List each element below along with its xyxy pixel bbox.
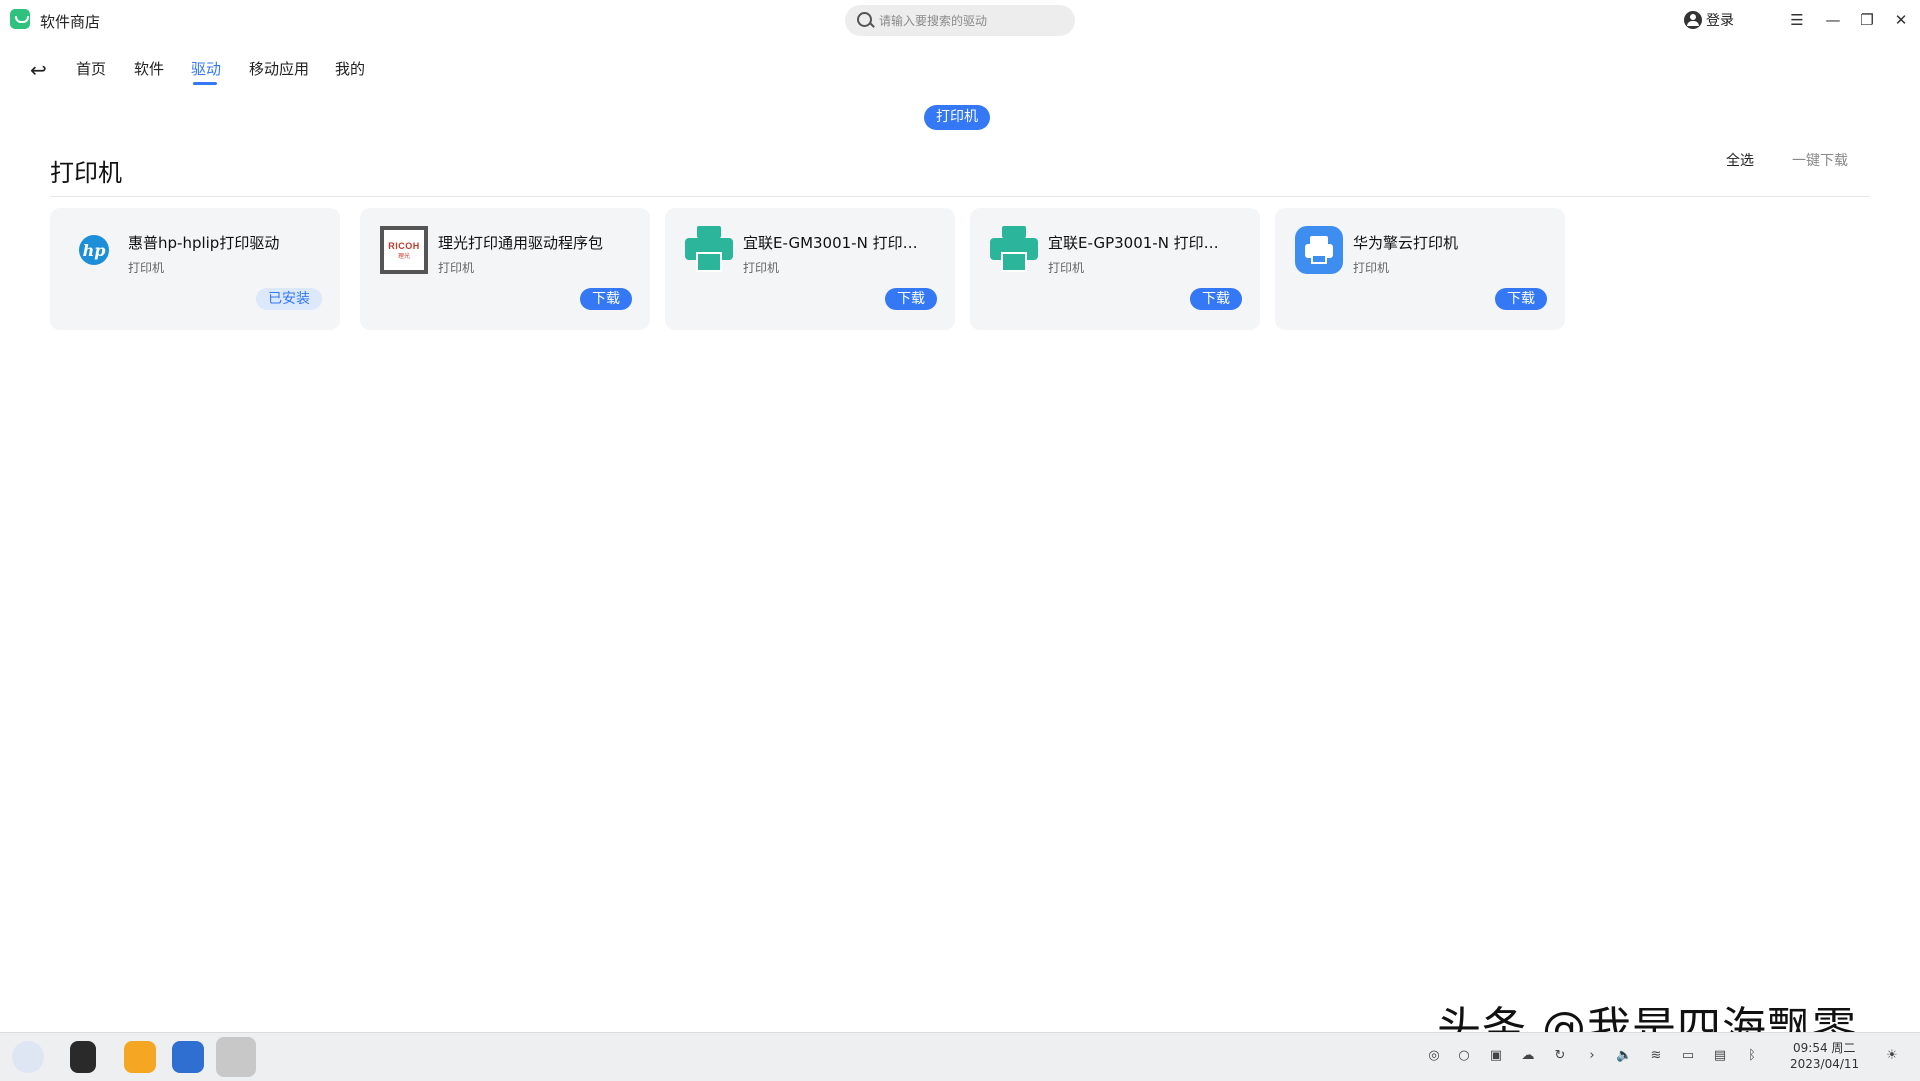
driver-category: 打印机 — [128, 261, 165, 275]
driver-card[interactable]: 宜联E-GM3001-N 打印… 打印机 下载 — [665, 208, 955, 330]
download-button[interactable]: 下载 — [1495, 288, 1547, 310]
file-manager-icon[interactable] — [124, 1041, 156, 1073]
wifi-icon[interactable]: ≋ — [1648, 1048, 1664, 1064]
driver-card[interactable]: 华为擎云打印机 打印机 下载 — [1275, 208, 1565, 330]
download-button[interactable]: 下载 — [580, 288, 632, 310]
printer-icon — [990, 226, 1038, 274]
restore-icon[interactable]: ❐ — [1855, 8, 1879, 32]
download-button[interactable]: 下载 — [885, 288, 937, 310]
login-label: 登录 — [1706, 13, 1734, 29]
hp-logo-icon: hp — [70, 226, 118, 274]
section-title: 打印机 — [50, 159, 122, 187]
tab-mine[interactable]: 我的 — [335, 58, 365, 79]
tray-app-icon[interactable]: ◎ — [1426, 1048, 1442, 1064]
input-method-icon[interactable]: ▤ — [1712, 1048, 1728, 1064]
taskbar: ◎ ○ ▣ ☁ ↻ › 🔈 ≋ ▭ ▤ ᛒ 09:54 周二 2023/04/1… — [0, 1032, 1920, 1081]
driver-name: 惠普hp-hplip打印驱动 — [128, 234, 280, 252]
active-tab-indicator — [193, 82, 217, 85]
theme-toggle-icon[interactable]: ☀ — [1884, 1048, 1900, 1064]
tray-update-icon[interactable]: ↻ — [1552, 1048, 1568, 1064]
volume-icon[interactable]: 🔈 — [1616, 1048, 1632, 1064]
driver-name: 宜联E-GM3001-N 打印… — [743, 234, 918, 252]
printer-icon — [685, 226, 733, 274]
notification-icon[interactable]: ▭ — [1680, 1048, 1696, 1064]
driver-category: 打印机 — [1353, 261, 1390, 275]
user-avatar-icon — [1684, 11, 1702, 29]
wps-office-icon[interactable] — [172, 1041, 204, 1073]
huawei-printer-icon — [1295, 226, 1343, 274]
download-button[interactable]: 下载 — [1190, 288, 1242, 310]
tray-media-icon[interactable]: ▣ — [1488, 1048, 1504, 1064]
close-icon[interactable]: ✕ — [1889, 8, 1913, 32]
bluetooth-icon[interactable]: ᛒ — [1744, 1048, 1760, 1064]
search-input[interactable] — [877, 10, 1071, 32]
driver-category: 打印机 — [1048, 261, 1085, 275]
multitask-view-icon[interactable] — [70, 1041, 96, 1073]
menu-icon[interactable]: ☰ — [1785, 8, 1809, 32]
driver-card[interactable]: hp 惠普hp-hplip打印驱动 打印机 已安装 — [50, 208, 340, 330]
app-store-icon — [10, 9, 30, 29]
tab-software[interactable]: 软件 — [134, 58, 164, 79]
ricoh-logo-text: RICOH — [388, 240, 420, 251]
driver-category: 打印机 — [438, 261, 475, 275]
search-icon — [857, 12, 872, 27]
back-icon[interactable]: ↩ — [30, 58, 54, 82]
clock-date[interactable]: 2023/04/11 — [1790, 1057, 1859, 1071]
login-button[interactable]: 登录 — [1684, 9, 1734, 31]
driver-category: 打印机 — [743, 261, 780, 275]
driver-name: 宜联E-GP3001-N 打印… — [1048, 234, 1219, 252]
driver-card[interactable]: RICOH 理光 理光打印通用驱动程序包 打印机 下载 — [360, 208, 650, 330]
tab-mobile-apps[interactable]: 移动应用 — [249, 58, 309, 79]
installed-badge: 已安装 — [256, 288, 322, 310]
ricoh-logo-subtext: 理光 — [397, 252, 410, 260]
tray-search-icon[interactable]: ○ — [1456, 1048, 1472, 1064]
minimize-icon[interactable]: — — [1821, 8, 1845, 32]
clock-time[interactable]: 09:54 周二 — [1793, 1039, 1855, 1056]
tab-home[interactable]: 首页 — [76, 58, 106, 79]
select-all-button[interactable]: 全选 — [1726, 150, 1754, 170]
tray-expand-icon[interactable]: › — [1584, 1048, 1600, 1064]
search-box[interactable] — [845, 5, 1075, 36]
one-click-download-button[interactable]: 一键下载 — [1792, 150, 1848, 170]
driver-name: 理光打印通用驱动程序包 — [438, 234, 604, 252]
ricoh-logo-icon: RICOH 理光 — [380, 226, 428, 274]
divider — [50, 196, 1870, 197]
driver-name: 华为擎云打印机 — [1353, 234, 1459, 252]
driver-card[interactable]: 宜联E-GP3001-N 打印… 打印机 下载 — [970, 208, 1260, 330]
tray-cloud-icon[interactable]: ☁ — [1520, 1048, 1536, 1064]
category-filter-printer[interactable]: 打印机 — [924, 105, 990, 130]
tab-drivers[interactable]: 驱动 — [191, 58, 221, 79]
app-title: 软件商店 — [40, 13, 101, 31]
start-menu-icon[interactable] — [12, 1041, 44, 1073]
app-store-taskbar-icon[interactable] — [216, 1037, 256, 1077]
